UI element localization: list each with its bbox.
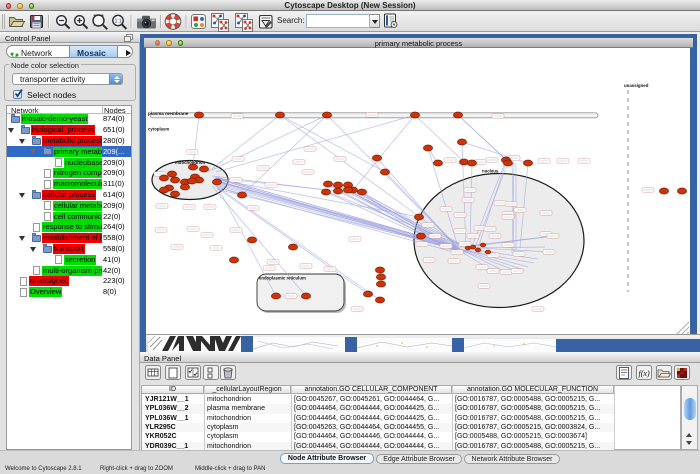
svg-text:endoplasmic reticulum: endoplasmic reticulum <box>259 276 306 281</box>
svg-text:mitochondrion: mitochondrion <box>175 160 205 165</box>
svg-text:plasma membrane: plasma membrane <box>148 111 189 116</box>
svg-text:1:1: 1:1 <box>115 19 122 25</box>
svg-text:f(x): f(x) <box>639 369 650 378</box>
svg-text:cytoplasm: cytoplasm <box>148 127 169 132</box>
svg-text:nucleus: nucleus <box>482 169 499 174</box>
svg-text:unassigned: unassigned <box>624 83 649 88</box>
